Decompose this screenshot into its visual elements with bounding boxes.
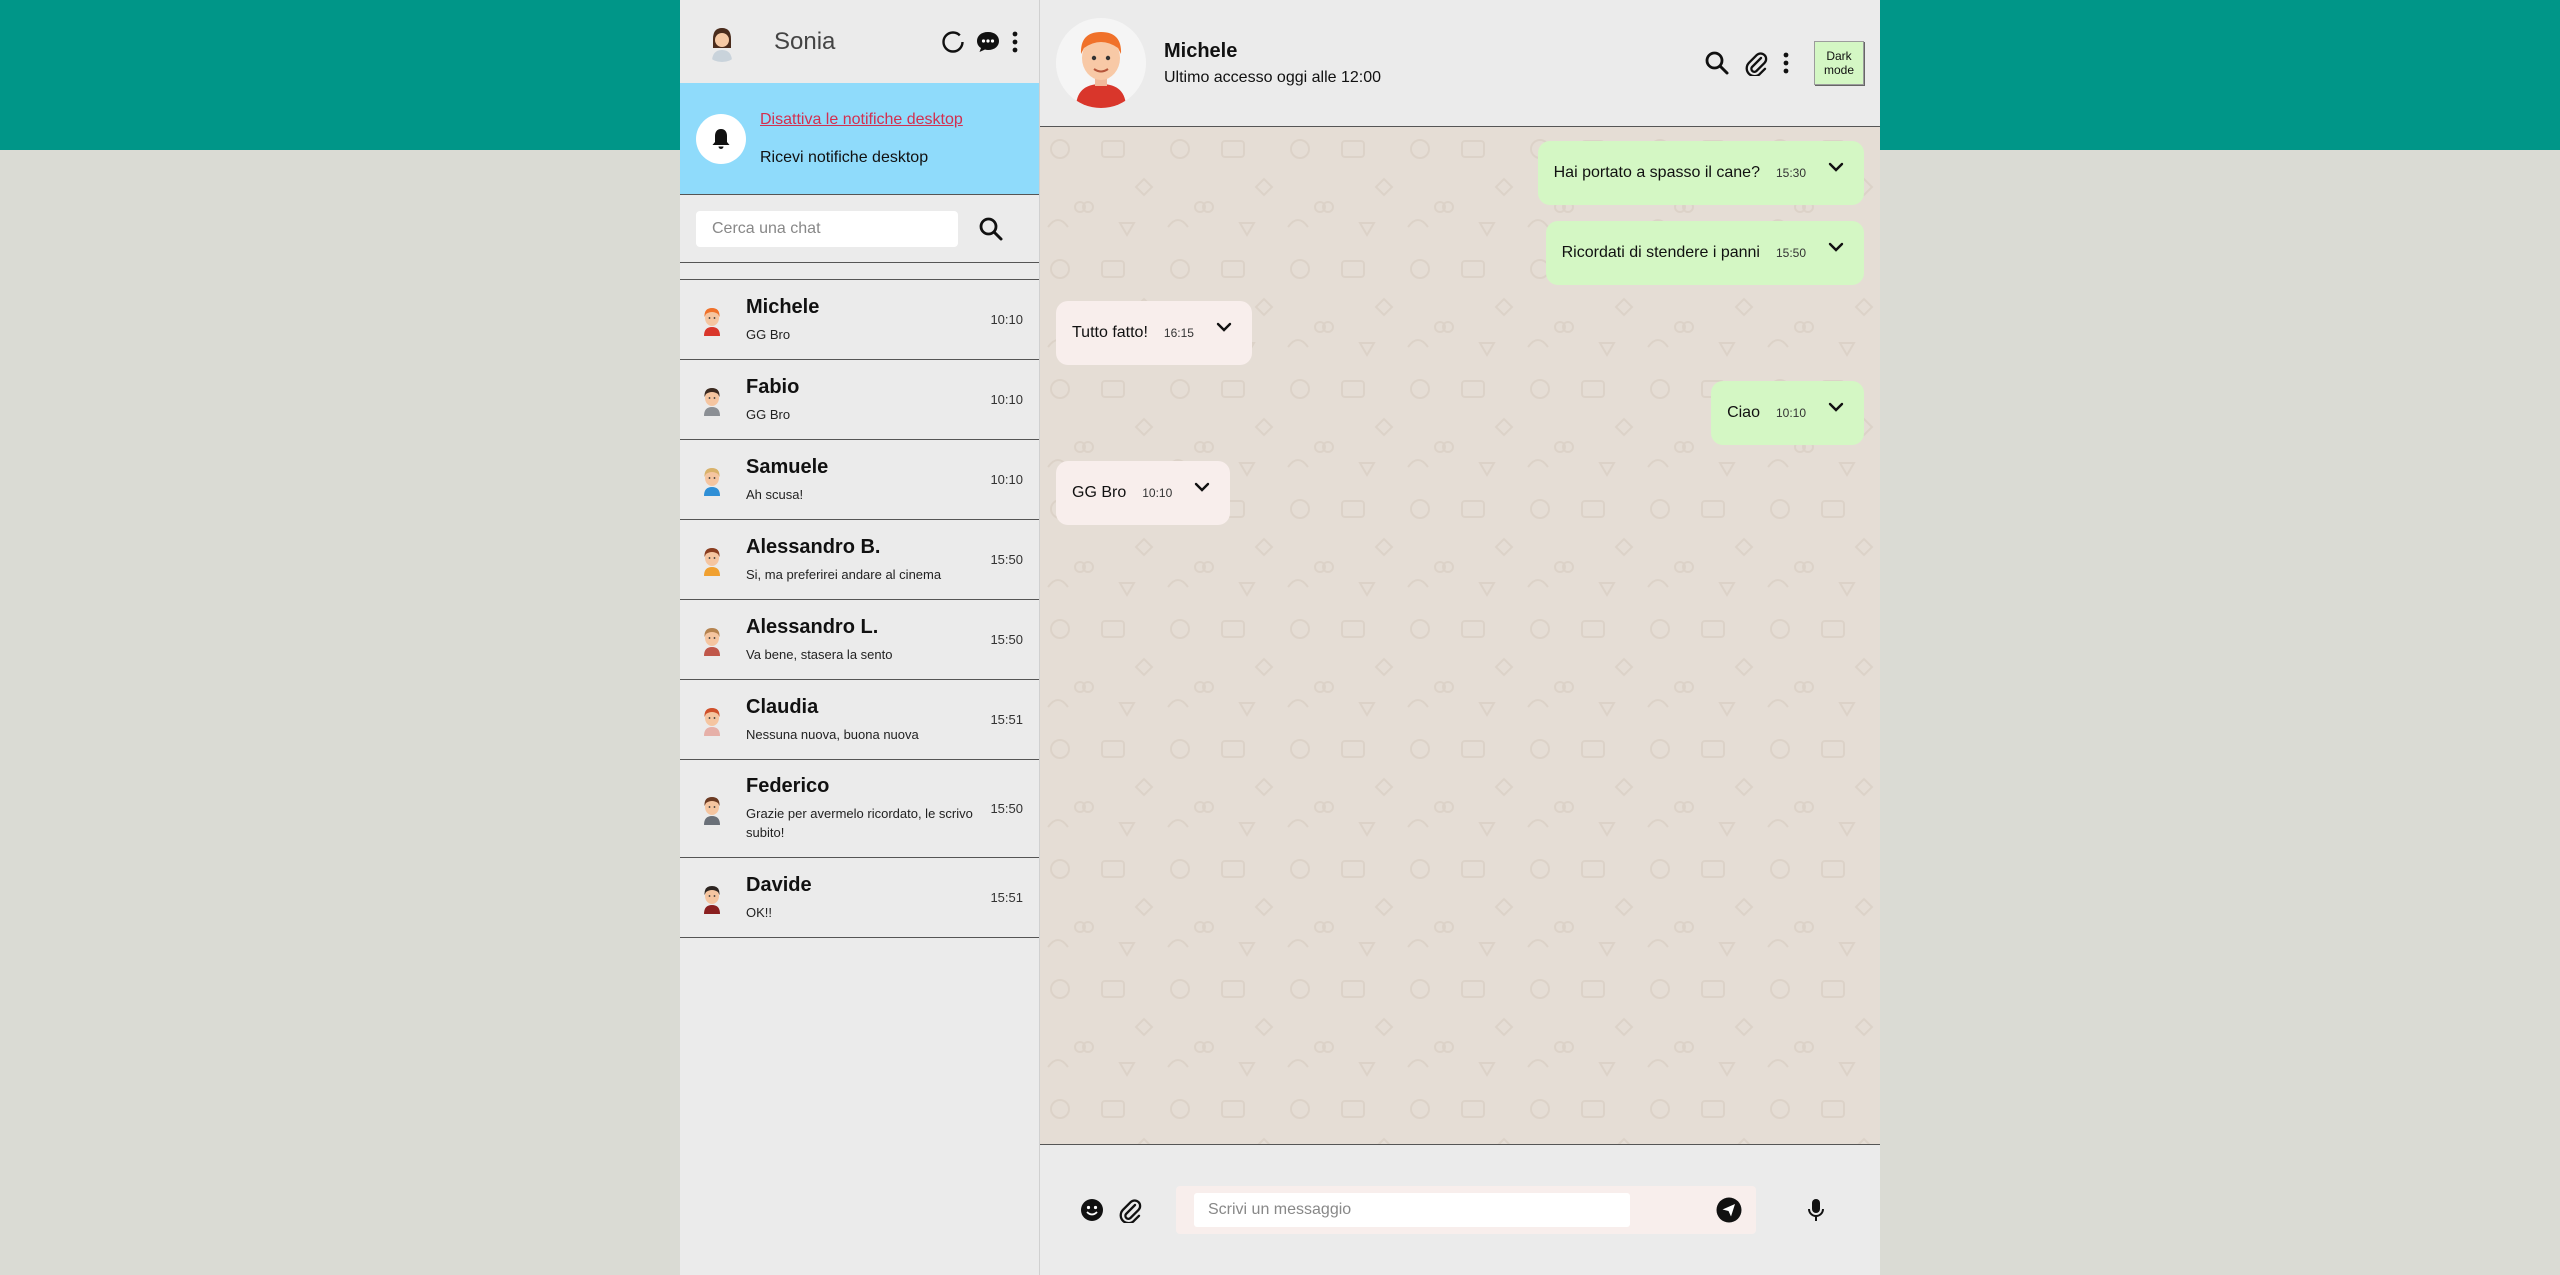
search-icon[interactable] <box>1704 50 1730 76</box>
message-bubble[interactable]: GG Bro 10:10 <box>1056 461 1231 525</box>
chat-list: Michele GG Bro 10:10 Fabio GG Bro 10:10 Samuel… <box>680 279 1039 938</box>
contact-name: Michele <box>1164 39 1238 62</box>
message-text: Ricordati di stendere i panni <box>1561 244 1760 261</box>
message-text: Hai portato a spasso il cane? <box>1553 164 1760 181</box>
message-area: Hai portato a spasso il cane? 15:30 Ricord… <box>1040 127 1880 1145</box>
message-bubble[interactable]: Ricordati di stendere i panni 15:50 <box>1545 221 1864 285</box>
contact-avatar <box>696 464 728 496</box>
chat-contact-name: Samuele <box>746 455 829 478</box>
message-composer <box>1040 1145 1880 1275</box>
message-bubble[interactable]: Tutto fatto! 16:15 <box>1056 301 1252 365</box>
chat-time: 15:51 <box>990 712 1023 727</box>
kebab-menu-icon[interactable] <box>1782 51 1790 75</box>
chevron-down-icon[interactable] <box>1216 319 1232 337</box>
message-input-box <box>1176 1186 1756 1234</box>
contact-avatar[interactable] <box>1056 18 1146 108</box>
chat-contact-name: Davide <box>746 873 812 896</box>
chat-last-message: GG Bro <box>746 406 791 422</box>
contact-avatar <box>696 793 728 825</box>
chat-last-message: Grazie per avermelo ricordato, le scrivo… <box>746 806 973 840</box>
emoji-icon[interactable] <box>1080 1198 1104 1222</box>
chat-last-message: GG Bro <box>746 326 791 342</box>
chat-time: 15:50 <box>990 632 1023 647</box>
contact-avatar <box>696 544 728 576</box>
outgoing-message: Hai portato a spasso il cane? 15:30 <box>1056 141 1864 205</box>
conversation-pane: Michele Ultimo accesso oggi alle 12:00 D… <box>1040 0 1880 1275</box>
message-time: 10:10 <box>1775 406 1806 420</box>
chat-contact-name: Federico <box>746 775 830 797</box>
user-name: Sonia <box>774 27 836 55</box>
chat-list-item[interactable]: Federico Grazie per avermelo ricordato, l… <box>680 760 1039 858</box>
chat-app: Sonia Disattiva le notifiche desktop Ric… <box>680 0 1880 1275</box>
dark-mode-button[interactable]: Dark mode <box>1814 41 1864 85</box>
contact-avatar <box>696 384 728 416</box>
message-time: 10:10 <box>1142 486 1173 500</box>
chat-last-message: OK!! <box>746 904 773 920</box>
chat-list-item[interactable]: Alessandro B. Si, ma preferirei andare al… <box>680 520 1039 600</box>
incoming-message: Tutto fatto! 16:15 <box>1056 301 1864 365</box>
chat-contact-name: Alessandro L. <box>746 615 879 638</box>
message-list: Hai portato a spasso il cane? 15:30 Ricord… <box>1056 141 1864 525</box>
search-input[interactable] <box>696 210 958 247</box>
chat-time: 15:50 <box>990 552 1023 567</box>
chat-time: 15:51 <box>990 890 1023 905</box>
contact-avatar <box>696 882 728 914</box>
send-icon[interactable] <box>1716 1197 1742 1223</box>
chat-last-message: Ah scusa! <box>746 486 804 502</box>
chat-list-item[interactable]: Fabio GG Bro 10:10 <box>680 360 1039 440</box>
conversation-header: Michele Ultimo accesso oggi alle 12:00 D… <box>1040 0 1880 127</box>
chat-time: 10:10 <box>990 392 1023 407</box>
message-time: 16:15 <box>1163 326 1194 340</box>
outgoing-message: Ricordati di stendere i panni 15:50 <box>1056 221 1864 285</box>
chevron-down-icon[interactable] <box>1828 159 1844 177</box>
chat-time: 10:10 <box>990 312 1023 327</box>
chat-list-item[interactable]: Claudia Nessuna nuova, buona nuova 15:51 <box>680 680 1039 760</box>
message-bubble[interactable]: Hai portato a spasso il cane? 15:30 <box>1537 141 1864 205</box>
message-time: 15:50 <box>1775 246 1806 260</box>
chat-list-item[interactable]: Samuele Ah scusa! 10:10 <box>680 440 1039 520</box>
contact-avatar <box>696 704 728 736</box>
last-seen-status: Ultimo accesso oggi alle 12:00 <box>1164 68 1382 86</box>
chat-contact-name: Fabio <box>746 375 800 398</box>
paperclip-icon[interactable] <box>1118 1197 1142 1223</box>
chevron-down-icon[interactable] <box>1828 239 1844 257</box>
chat-list-item[interactable]: Davide OK!! 15:51 <box>680 858 1039 938</box>
chat-bubble-icon[interactable] <box>975 30 1001 54</box>
bell-icon <box>696 113 746 164</box>
contact-avatar <box>696 304 728 336</box>
message-input[interactable] <box>1194 1193 1630 1227</box>
chat-time: 15:50 <box>990 801 1023 816</box>
message-time: 15:30 <box>1775 166 1806 180</box>
disable-notifications-link[interactable]: Disattiva le notifiche desktop <box>760 111 963 129</box>
sidebar-header: Sonia <box>680 0 1039 83</box>
chevron-down-icon[interactable] <box>1194 479 1210 497</box>
chat-last-message: Va bene, stasera la sento <box>746 646 893 662</box>
chat-list-item[interactable]: Alessandro L. Va bene, stasera la sento 15… <box>680 600 1039 680</box>
chat-contact-name: Claudia <box>746 695 819 718</box>
kebab-menu-icon[interactable] <box>1011 30 1019 54</box>
sidebar: Sonia Disattiva le notifiche desktop Ric… <box>680 0 1040 1275</box>
outgoing-message: Ciao 10:10 <box>1056 381 1864 445</box>
chat-list-item[interactable]: Michele GG Bro 10:10 <box>680 280 1039 360</box>
notification-banner: Disattiva le notifiche desktop Ricevi no… <box>680 83 1039 195</box>
notifications-text: Ricevi notifiche desktop <box>760 148 929 166</box>
status-ring-icon[interactable] <box>941 30 965 54</box>
chat-time: 10:10 <box>990 472 1023 487</box>
chat-search-bar <box>680 195 1039 263</box>
chat-contact-name: Michele <box>746 295 820 318</box>
search-icon[interactable] <box>978 216 1004 242</box>
chat-contact-name: Alessandro B. <box>746 535 881 558</box>
message-text: Ciao <box>1727 404 1760 421</box>
user-avatar[interactable] <box>702 21 742 62</box>
chat-last-message: Si, ma preferirei andare al cinema <box>746 566 942 582</box>
microphone-icon[interactable] <box>1806 1197 1826 1223</box>
message-text: Tutto fatto! <box>1072 324 1148 341</box>
message-text: GG Bro <box>1072 484 1127 501</box>
contact-avatar <box>696 624 728 656</box>
chat-last-message: Nessuna nuova, buona nuova <box>746 726 919 742</box>
chevron-down-icon[interactable] <box>1828 399 1844 417</box>
incoming-message: GG Bro 10:10 <box>1056 461 1864 525</box>
message-bubble[interactable]: Ciao 10:10 <box>1711 381 1864 445</box>
paperclip-icon[interactable] <box>1744 50 1768 76</box>
